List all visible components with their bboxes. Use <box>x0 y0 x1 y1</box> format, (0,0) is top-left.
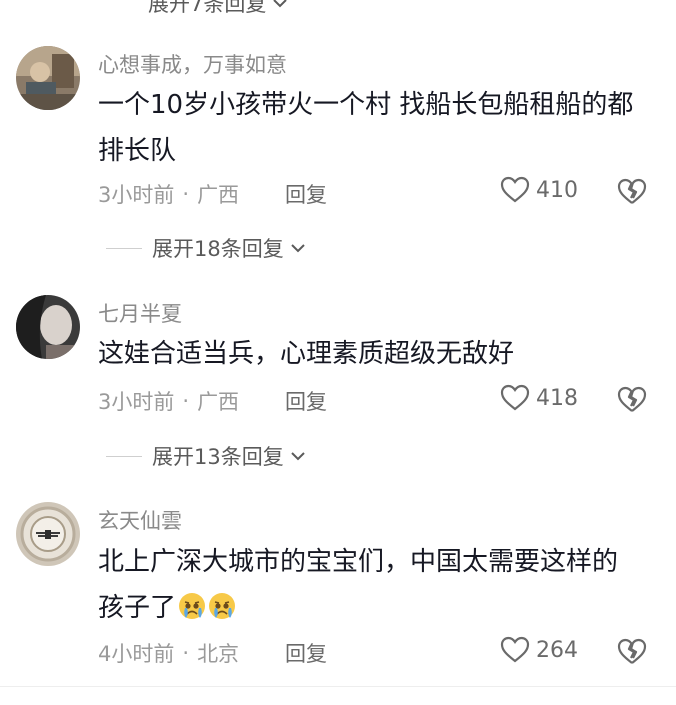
comment-text: 一个10岁小孩带火一个村 找船长包船租船的都排长队 <box>98 90 634 166</box>
reply-button[interactable]: 回复 <box>285 638 327 668</box>
reply-button[interactable]: 回复 <box>285 386 327 416</box>
like-button[interactable]: 410 <box>500 176 578 204</box>
comment-text: 这娃合适当兵，心理素质超级无敌好 <box>98 339 515 369</box>
comment-text-line: 北上广深大城市的宝宝们，中国太需要这样的 <box>98 547 619 577</box>
username[interactable]: 玄天仙雲 <box>98 505 182 535</box>
comment-text-line: 孩子了 <box>98 585 658 631</box>
dislike-button[interactable] <box>616 386 648 418</box>
crying-face-emoji <box>209 593 236 619</box>
comment-location: 广西 <box>197 390 240 414</box>
heart-icon <box>500 176 530 203</box>
avatar[interactable] <box>16 295 80 359</box>
expand-replies-label: 展开13条回复 <box>152 445 284 469</box>
dislike-button[interactable] <box>616 178 648 210</box>
comment-time: 3小时前 <box>98 183 175 207</box>
heart-broken-icon <box>617 638 647 664</box>
like-count: 410 <box>536 177 578 203</box>
like-button[interactable]: 418 <box>500 384 578 412</box>
chevron-down-icon <box>291 452 305 461</box>
comment-meta: 3小时前 · 广西 <box>98 386 239 416</box>
expand-replies[interactable]: 展开18条回复 <box>106 233 306 263</box>
heart-icon <box>500 384 530 411</box>
comment-text-fragment: 孩子了 <box>98 593 177 623</box>
chevron-down-icon <box>273 0 288 8</box>
divider <box>106 247 142 249</box>
crying-face-emoji <box>179 593 206 619</box>
avatar[interactable] <box>16 502 80 566</box>
username[interactable]: 七月半夏 <box>98 298 182 328</box>
expand-replies-top[interactable]: 展开7条回复 <box>148 0 288 18</box>
separator: · <box>182 182 190 206</box>
heart-broken-icon <box>617 178 647 204</box>
comment-location: 广西 <box>197 183 240 207</box>
expand-replies[interactable]: 展开13条回复 <box>106 441 306 471</box>
heart-icon <box>500 636 530 663</box>
comment-time: 4小时前 <box>98 642 175 666</box>
divider <box>106 455 142 457</box>
comment-time: 3小时前 <box>98 390 175 414</box>
comment-meta: 4小时前 · 北京 <box>98 638 239 668</box>
username[interactable]: 心想事成，万事如意 <box>98 49 287 79</box>
comment-text: 北上广深大城市的宝宝们，中国太需要这样的 孩子了 <box>98 539 658 631</box>
avatar[interactable] <box>16 46 80 110</box>
heart-broken-icon <box>617 386 647 412</box>
like-button[interactable]: 264 <box>500 636 578 664</box>
chevron-down-icon <box>291 244 305 253</box>
like-count: 264 <box>536 637 578 663</box>
comment-location: 北京 <box>197 642 240 666</box>
like-count: 418 <box>536 385 578 411</box>
comment-meta: 3小时前 · 广西 <box>98 179 239 209</box>
separator: · <box>182 641 190 665</box>
expand-replies-label: 展开18条回复 <box>152 237 284 261</box>
dislike-button[interactable] <box>616 638 648 670</box>
divider <box>0 686 676 687</box>
expand-replies-label: 展开7条回复 <box>148 0 267 16</box>
separator: · <box>182 389 190 413</box>
reply-button[interactable]: 回复 <box>285 179 327 209</box>
